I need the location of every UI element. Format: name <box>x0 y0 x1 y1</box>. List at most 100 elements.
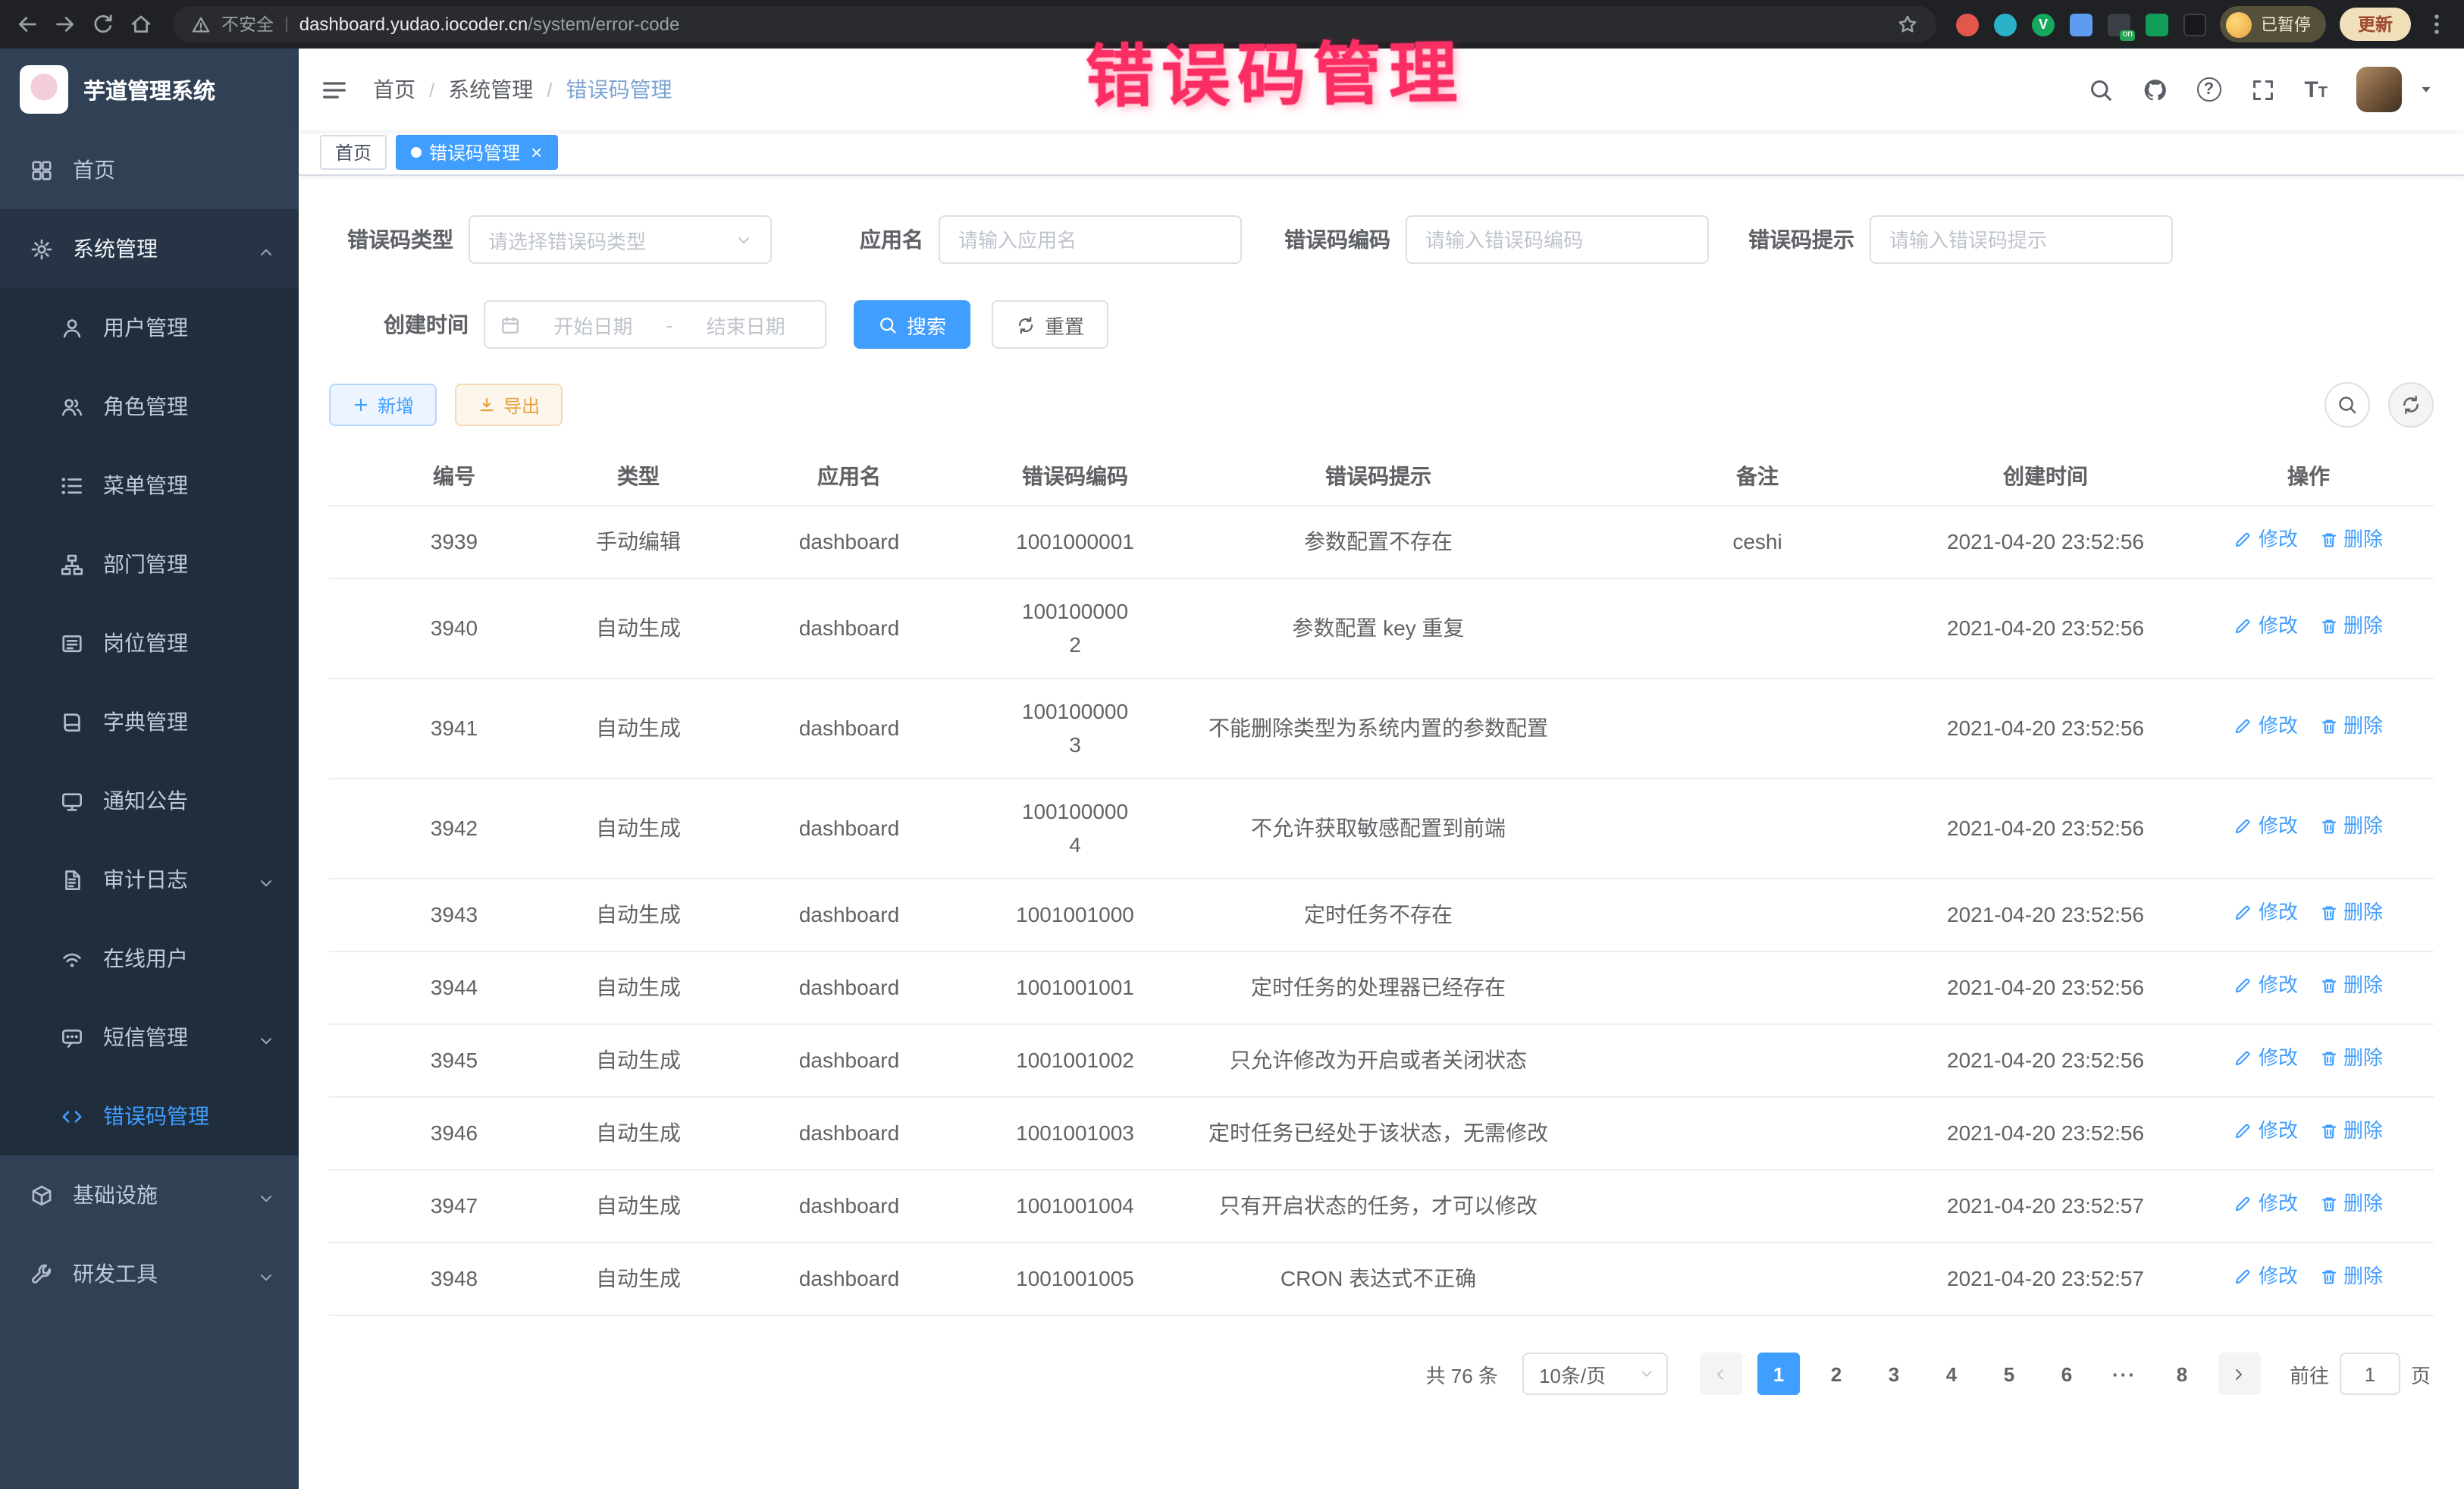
export-button[interactable]: 导出 <box>455 384 563 426</box>
edit-link[interactable]: 修改 <box>2234 1116 2298 1146</box>
sidebar-item-sms[interactable]: 短信管理 <box>0 998 299 1077</box>
delete-link[interactable]: 删除 <box>2319 1043 2383 1074</box>
extension-icon-green-v[interactable]: V <box>2032 13 2055 36</box>
cell-app: dashboard <box>698 1180 1001 1231</box>
page-button-6[interactable]: 6 <box>2045 1353 2088 1395</box>
next-page-button[interactable] <box>2218 1353 2261 1395</box>
extension-icon-cyan[interactable] <box>1994 13 2017 36</box>
create-time-range-picker[interactable]: 开始日期 - 结束日期 <box>484 300 826 349</box>
delete-link[interactable]: 删除 <box>2319 811 2383 842</box>
delete-icon <box>2319 817 2337 835</box>
profile-badge[interactable]: 已暂停 <box>2220 6 2326 42</box>
sidebar-item-system[interactable]: 系统管理 <box>0 209 299 288</box>
sidebar-item-devtools[interactable]: 研发工具 <box>0 1234 299 1313</box>
sidebar-item-home[interactable]: 首页 <box>0 130 299 209</box>
prev-page-button[interactable] <box>1700 1353 1742 1395</box>
delete-link[interactable]: 删除 <box>2319 1116 2383 1146</box>
edit-link[interactable]: 修改 <box>2234 1043 2298 1074</box>
cell-id: 3942 <box>329 803 579 854</box>
reload-button[interactable] <box>91 12 115 36</box>
sidebar-item-post[interactable]: 岗位管理 <box>0 603 299 682</box>
page-button-3[interactable]: 3 <box>1873 1353 1915 1395</box>
extension-icon-on-badge[interactable] <box>2108 13 2130 36</box>
breadcrumb-item[interactable]: 系统管理 <box>448 74 533 105</box>
sidebar-item-online-user[interactable]: 在线用户 <box>0 919 299 998</box>
delete-link[interactable]: 删除 <box>2319 898 2383 928</box>
cell-id: 3944 <box>329 962 579 1013</box>
sidebar-item-audit-log[interactable]: 审计日志 <box>0 840 299 919</box>
error-message-input[interactable] <box>1870 215 2173 264</box>
url-domain: dashboard.yudao.iocoder.cn <box>299 14 528 35</box>
page-button-4[interactable]: 4 <box>1930 1353 1973 1395</box>
forward-button[interactable] <box>53 12 77 36</box>
delete-link[interactable]: 删除 <box>2319 1189 2383 1219</box>
browser-menu-icon[interactable] <box>2425 12 2449 36</box>
filter-label-message: 错误码提示 <box>1748 224 1854 255</box>
avatar-caret-icon[interactable] <box>2419 82 2434 97</box>
delete-link[interactable]: 删除 <box>2319 1262 2383 1292</box>
back-button[interactable] <box>15 12 39 36</box>
sidebar-item-notice[interactable]: 通知公告 <box>0 761 299 840</box>
refresh-table-button[interactable] <box>2388 382 2434 428</box>
edit-link[interactable]: 修改 <box>2234 970 2298 1001</box>
breadcrumb-item[interactable]: 首页 <box>373 74 415 105</box>
app-name-input[interactable] <box>939 215 1242 264</box>
more-pages-button[interactable]: ··· <box>2103 1353 2146 1395</box>
page-size-select[interactable]: 10条/页 <box>1522 1353 1668 1395</box>
sidebar-item-role[interactable]: 角色管理 <box>0 367 299 446</box>
delete-link[interactable]: 删除 <box>2319 525 2383 555</box>
sidebar-item-infra[interactable]: 基础设施 <box>0 1155 299 1234</box>
font-size-icon[interactable]: TT <box>2304 78 2328 101</box>
edit-link[interactable]: 修改 <box>2234 711 2298 741</box>
edit-link[interactable]: 修改 <box>2234 1189 2298 1219</box>
sidebar-item-user[interactable]: 用户管理 <box>0 288 299 367</box>
edit-link[interactable]: 修改 <box>2234 611 2298 641</box>
extension-icon-pin[interactable] <box>2183 13 2206 36</box>
tree-icon <box>61 553 83 575</box>
page-button-5[interactable]: 5 <box>1988 1353 2030 1395</box>
goto-page-input[interactable] <box>2340 1353 2400 1395</box>
search-button[interactable]: 搜索 <box>854 300 970 349</box>
online-icon <box>61 947 83 970</box>
column-header: 操作 <box>2183 460 2434 491</box>
delete-link[interactable]: 删除 <box>2319 711 2383 741</box>
github-icon[interactable] <box>2142 77 2168 102</box>
extension-icon-leaf[interactable] <box>2146 13 2168 36</box>
extension-icon-grid[interactable] <box>2070 13 2093 36</box>
add-button[interactable]: 新增 <box>329 384 437 426</box>
home-button[interactable] <box>129 12 153 36</box>
sidebar-item-dict[interactable]: 字典管理 <box>0 682 299 761</box>
sidebar-toggle-icon[interactable] <box>320 75 349 104</box>
extension-icon-red[interactable] <box>1956 13 1979 36</box>
page-button-1[interactable]: 1 <box>1757 1353 1800 1395</box>
fullscreen-icon[interactable] <box>2249 77 2275 102</box>
app-logo[interactable]: 芋道管理系统 <box>0 49 299 130</box>
sidebar-item-menu[interactable]: 菜单管理 <box>0 446 299 525</box>
chevron-down-icon <box>258 1186 274 1203</box>
page-button-2[interactable]: 2 <box>1815 1353 1857 1395</box>
header-search-icon[interactable] <box>2087 77 2113 102</box>
edit-link[interactable]: 修改 <box>2234 811 2298 842</box>
user-avatar[interactable] <box>2356 67 2402 112</box>
close-icon[interactable]: × <box>531 143 542 162</box>
address-bar[interactable]: 不安全 | dashboard.yudao.iocoder.cn/system/… <box>173 6 1936 42</box>
toggle-search-button[interactable] <box>2324 382 2370 428</box>
edit-link[interactable]: 修改 <box>2234 525 2298 555</box>
extensions-area: V <box>1956 13 2206 36</box>
edit-link[interactable]: 修改 <box>2234 898 2298 928</box>
error-type-select[interactable]: 请选择错误码类型 <box>469 215 772 264</box>
edit-link[interactable]: 修改 <box>2234 1262 2298 1292</box>
update-button[interactable]: 更新 <box>2340 8 2411 41</box>
sidebar-item-dept[interactable]: 部门管理 <box>0 525 299 603</box>
sidebar-item-error-code[interactable]: 错误码管理 <box>0 1077 299 1155</box>
page-button-8[interactable]: 8 <box>2161 1353 2203 1395</box>
delete-link[interactable]: 删除 <box>2319 970 2383 1001</box>
reset-button[interactable]: 重置 <box>992 300 1108 349</box>
bookmark-star-icon[interactable] <box>1897 14 1918 35</box>
tab-home[interactable]: 首页 <box>320 135 387 170</box>
tab-error-code[interactable]: 错误码管理× <box>396 135 557 170</box>
edit-icon <box>2234 976 2252 995</box>
delete-link[interactable]: 删除 <box>2319 611 2383 641</box>
error-code-input[interactable] <box>1406 215 1709 264</box>
help-icon[interactable]: ? <box>2196 77 2221 102</box>
